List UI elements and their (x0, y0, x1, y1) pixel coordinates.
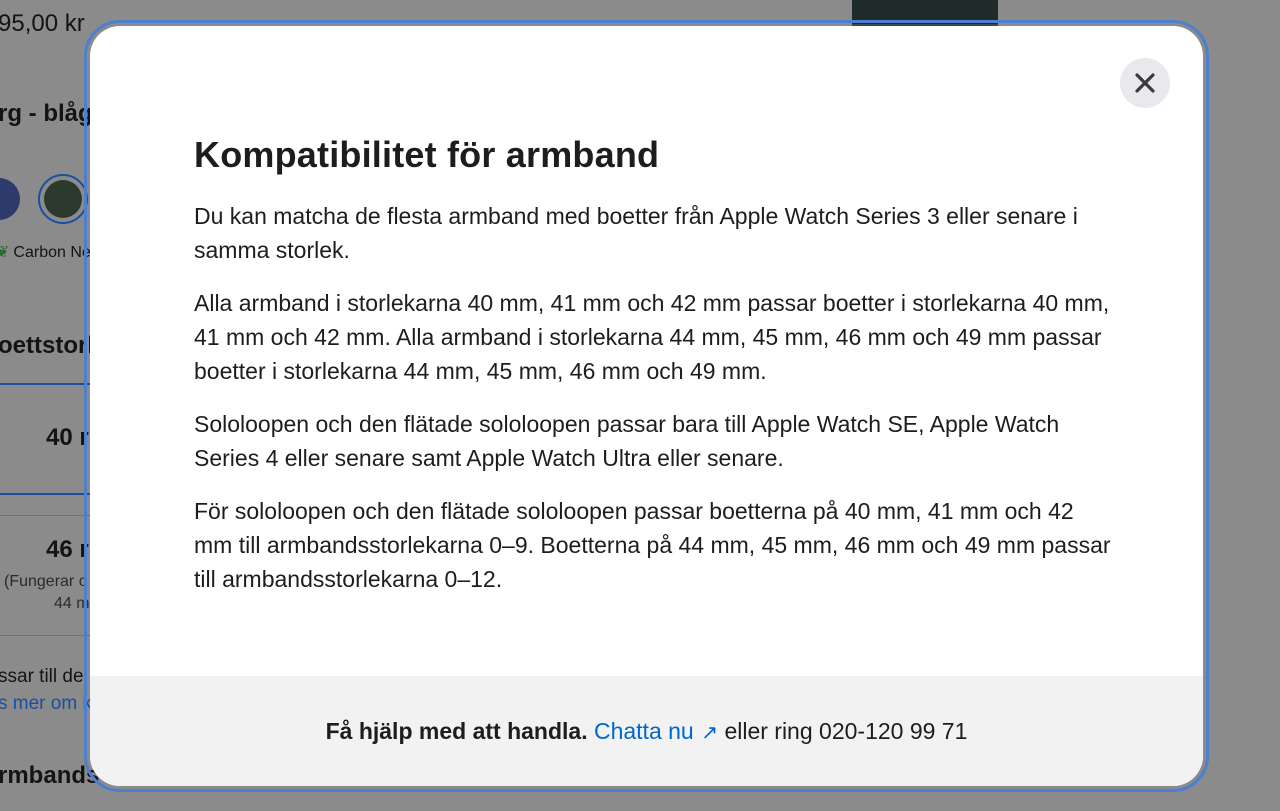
paragraph-sololoop-sizes: För sololoopen och den flätade sololoope… (194, 498, 1111, 592)
compatibility-modal: Kompatibilitet för armband Du kan matcha… (90, 26, 1203, 786)
help-text: Få hjälp med att handla. (325, 717, 588, 744)
close-icon (1135, 73, 1155, 93)
leaf-icon: ❦ (0, 244, 10, 261)
carbon-neutral-label: ❦ Carbon Ne (0, 242, 91, 262)
paragraph-sololoop: Sololoopen och den flätade sololoopen pa… (194, 411, 1060, 471)
call-text: eller ring 020-120 99 71 (724, 717, 968, 744)
help-line: Få hjälp med att handla. Chatta nu ↗ ell… (326, 718, 968, 745)
help-footer: Få hjälp med att handla. Chatta nu ↗ ell… (90, 676, 1203, 786)
close-button[interactable] (1120, 58, 1170, 108)
read-more-link: s mer om k (0, 693, 92, 714)
size-option-46: 46 r (46, 536, 89, 563)
external-arrow-icon: ↗ (695, 721, 719, 744)
modal-body: Du kan matcha de flesta armband med boet… (194, 199, 1114, 615)
paragraph-compatibility: Du kan matcha de flesta armband med boet… (194, 203, 1078, 263)
fits-text: ssar till de (0, 666, 84, 687)
color-label: rg - blåg (0, 100, 93, 127)
case-size-heading: oettstorl (0, 332, 94, 359)
paragraph-sizes: Alla armband i storlekarna 40 mm, 41 mm … (194, 290, 1110, 384)
size-option-note: (Fungerar o (4, 573, 88, 590)
chat-now-link[interactable]: Chatta nu ↗ (594, 718, 718, 744)
modal-title: Kompatibilitet för armband (194, 134, 660, 175)
product-price: 95,00 kr (0, 10, 85, 37)
color-swatch-green-selected (38, 174, 88, 224)
band-size-heading: rmbands (0, 762, 100, 789)
color-swatch-blue (0, 178, 20, 220)
size-option-40: 40 r (46, 424, 89, 451)
